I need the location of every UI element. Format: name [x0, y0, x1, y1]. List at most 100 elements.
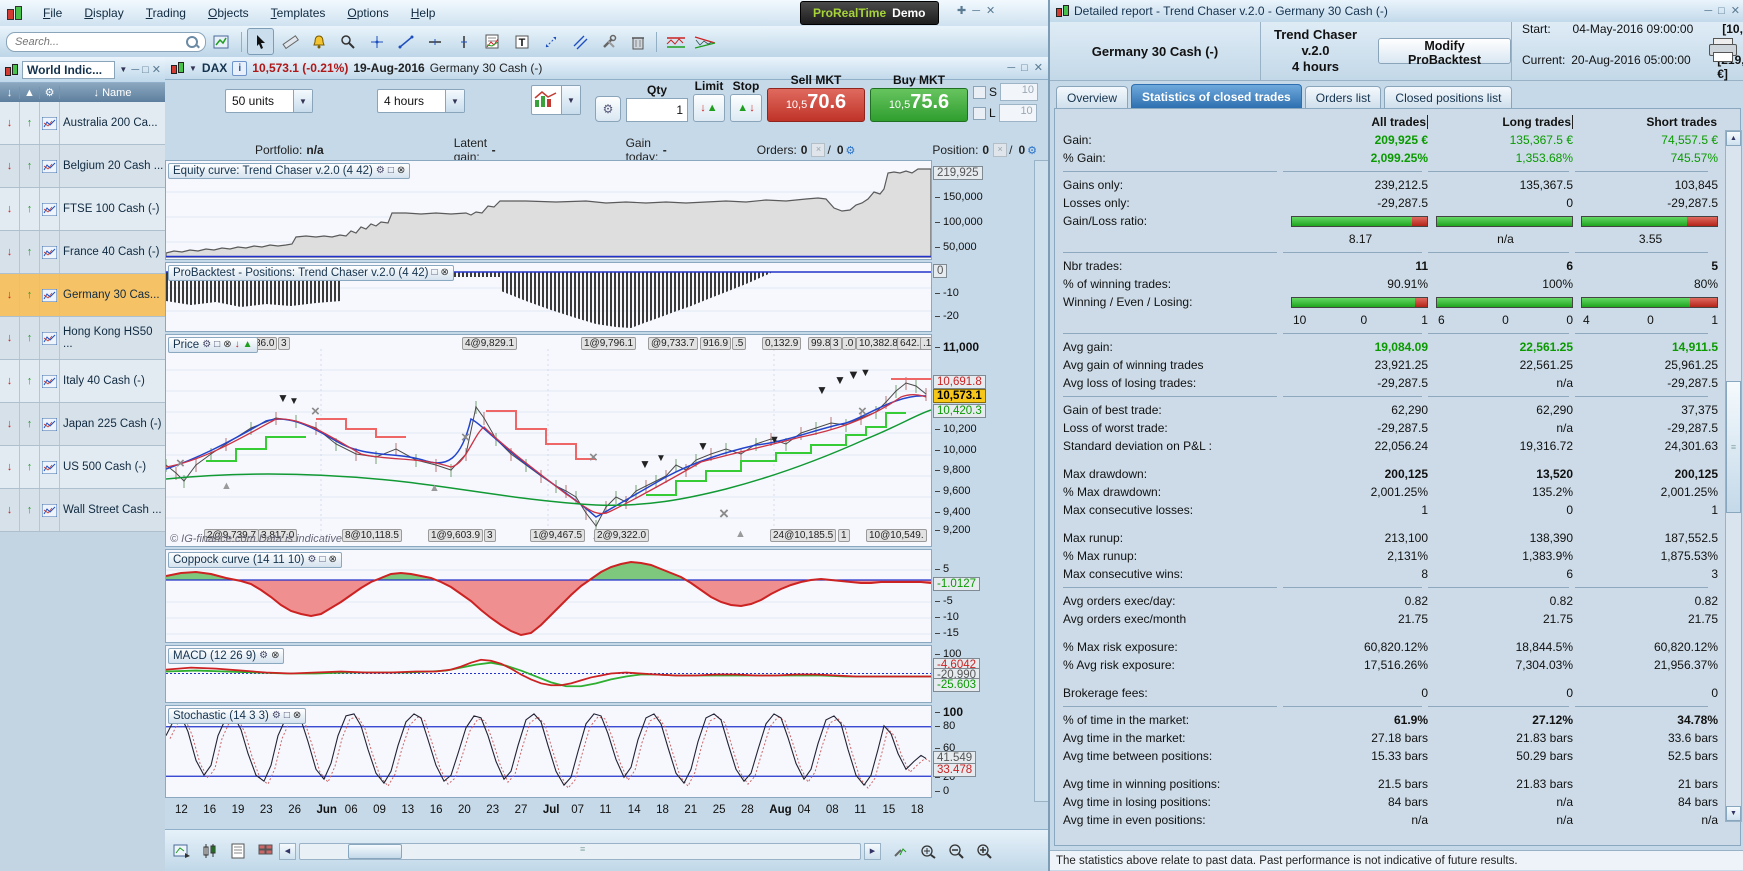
position-close-icon[interactable]: ×	[993, 143, 1008, 157]
scroll-left-icon[interactable]: ◀	[279, 842, 296, 860]
scroll-down-icon[interactable]: ▼	[1726, 806, 1741, 821]
screenshot-icon[interactable]	[170, 839, 194, 863]
equity-panel-header[interactable]: Equity curve: Trend Chaser v.2.0 (4 42) …	[168, 163, 411, 179]
chart-vertical-scrollbar[interactable]	[1034, 160, 1049, 802]
limit-order-button[interactable]: ↓ ▲	[693, 94, 725, 122]
search-input[interactable]	[6, 31, 206, 52]
menu-file[interactable]: File	[32, 2, 73, 24]
l-value-input[interactable]: 10	[998, 104, 1037, 122]
trendline-icon[interactable]	[392, 28, 419, 55]
symbol-label[interactable]: DAX	[202, 61, 227, 75]
col-short-trades[interactable]: Short trades	[1573, 115, 1718, 129]
menu-trading[interactable]: Trading	[135, 2, 197, 24]
chart-icon[interactable]	[42, 288, 57, 302]
cursor-icon[interactable]	[247, 28, 274, 55]
scroll-up-icon[interactable]: ▲	[1726, 131, 1741, 146]
maximize-icon[interactable]: □	[1718, 6, 1725, 17]
sell-icon[interactable]: ↓	[7, 375, 13, 387]
buy-icon[interactable]: ↑	[27, 160, 33, 172]
timeframe-select[interactable]: 4 hours ▼	[377, 89, 465, 113]
close-icon[interactable]: ⊗	[293, 711, 301, 721]
buy-market-button[interactable]: 10,5 75.6	[870, 88, 968, 122]
tab-orders-list[interactable]: Orders list	[1304, 86, 1382, 108]
wrench-icon[interactable]: ⚙	[272, 711, 281, 721]
tab-overview[interactable]: Overview	[1056, 86, 1129, 108]
pin-icon[interactable]: ✚	[957, 6, 966, 17]
vertical-line-icon[interactable]	[450, 28, 477, 55]
alarm-icon[interactable]	[305, 28, 332, 55]
close-icon[interactable]: ✕	[1034, 63, 1043, 74]
close-icon[interactable]: ✕	[152, 64, 161, 75]
sell-icon[interactable]: ↓	[7, 117, 13, 129]
layout-icon[interactable]	[254, 839, 278, 863]
green-up-icon[interactable]: ▲	[243, 340, 253, 350]
instrument-row[interactable]: ↓ ↑ France 40 Cash (-)	[0, 231, 165, 274]
sell-icon[interactable]: ↓	[7, 332, 13, 344]
menu-display[interactable]: Display	[73, 2, 134, 24]
wrench-icon[interactable]: ⚙	[307, 555, 316, 565]
detach-window-icon[interactable]: □	[388, 166, 394, 176]
buy-icon[interactable]: ↑	[27, 117, 33, 129]
position-gear-icon[interactable]: ⚙	[1027, 144, 1037, 157]
detach-window-icon[interactable]: □	[284, 711, 290, 721]
zoom-icon[interactable]	[334, 28, 361, 55]
menu-templates[interactable]: Templates	[260, 2, 337, 24]
sell-icon[interactable]: ↓	[7, 203, 13, 215]
name-column-header[interactable]: ↓ Name	[60, 87, 165, 99]
report-scrollbar[interactable]: ▲ ≡ ▼	[1725, 130, 1742, 822]
chart-icon[interactable]	[42, 331, 57, 345]
page-setup-icon[interactable]	[226, 839, 250, 863]
move-points-icon[interactable]	[537, 28, 564, 55]
chart-icon[interactable]	[42, 460, 57, 474]
zoom-fit-icon[interactable]	[916, 839, 940, 863]
sell-icon[interactable]: ↓	[7, 289, 13, 301]
qty-input[interactable]: 1	[626, 98, 688, 122]
instrument-row[interactable]: ↓ ↑ Australia 200 Ca...	[0, 102, 165, 145]
buy-icon[interactable]: ↑	[27, 461, 33, 473]
triangle-pattern-icon[interactable]	[691, 28, 718, 55]
candle-settings-icon[interactable]	[198, 839, 222, 863]
menu-objects[interactable]: Objects	[197, 2, 260, 24]
tab-closed-positions-list[interactable]: Closed positions list	[1384, 86, 1513, 108]
chart-type-button[interactable]: ▼	[531, 85, 581, 115]
orders-gear-icon[interactable]: ⚙	[846, 144, 856, 157]
orders-cancel-icon[interactable]: ×	[811, 143, 826, 157]
close-icon[interactable]: ✕	[986, 6, 995, 17]
modify-probacktest-button[interactable]: Modify ProBacktest	[1378, 38, 1511, 67]
instrument-row[interactable]: ↓ ↑ Wall Street Cash ...	[0, 489, 165, 532]
wrench-icon[interactable]: ⚙	[376, 166, 385, 176]
sidebar-title[interactable]: World Indic...	[22, 60, 116, 79]
wrench-icon[interactable]: ⚙	[202, 340, 211, 350]
menu-options[interactable]: Options	[336, 2, 399, 24]
maximize-icon[interactable]: □	[1021, 63, 1028, 74]
positions-panel-header[interactable]: ProBacktest - Positions: Trend Chaser v.…	[168, 265, 454, 281]
chart-icon[interactable]	[42, 503, 57, 517]
new-chart-icon[interactable]	[209, 28, 236, 55]
close-icon[interactable]: ⊗	[223, 340, 231, 350]
minimize-icon[interactable]: ─	[1704, 6, 1712, 17]
detach-window-icon[interactable]: □	[214, 340, 220, 350]
minimize-icon[interactable]: ─	[1007, 63, 1015, 74]
instrument-row[interactable]: ↓ ↑ FTSE 100 Cash (-)	[0, 188, 165, 231]
buy-icon[interactable]: ↑	[27, 289, 33, 301]
tab-statistics-of-closed-trades[interactable]: Statistics of closed trades	[1131, 84, 1302, 108]
s-value-input[interactable]: 10	[1000, 83, 1039, 101]
menu-help[interactable]: Help	[400, 2, 447, 24]
chart-icon[interactable]	[42, 245, 57, 259]
instrument-row[interactable]: ↓ ↑ Italy 40 Cash (-)	[0, 360, 165, 403]
upload-column-icon[interactable]: ▲	[20, 86, 40, 99]
ruler-icon[interactable]	[276, 28, 303, 55]
chart-icon[interactable]	[42, 116, 57, 130]
red-down-icon[interactable]: ↓	[235, 340, 240, 350]
download-column-icon[interactable]: ↓	[0, 86, 20, 99]
close-icon[interactable]: ⊗	[397, 166, 405, 176]
chart-icon[interactable]	[42, 374, 57, 388]
stop-checkbox[interactable]	[973, 85, 986, 99]
instrument-row[interactable]: ↓ ↑ US 500 Cash (-)	[0, 446, 165, 489]
chart-icon[interactable]	[42, 417, 57, 431]
buy-icon[interactable]: ↑	[27, 332, 33, 344]
zoom-in-icon[interactable]	[972, 839, 996, 863]
indicator-settings-icon[interactable]	[888, 839, 912, 863]
instrument-row[interactable]: ↓ ↑ Germany 30 Cas...	[0, 274, 165, 317]
close-icon[interactable]: ⊗	[271, 651, 279, 661]
